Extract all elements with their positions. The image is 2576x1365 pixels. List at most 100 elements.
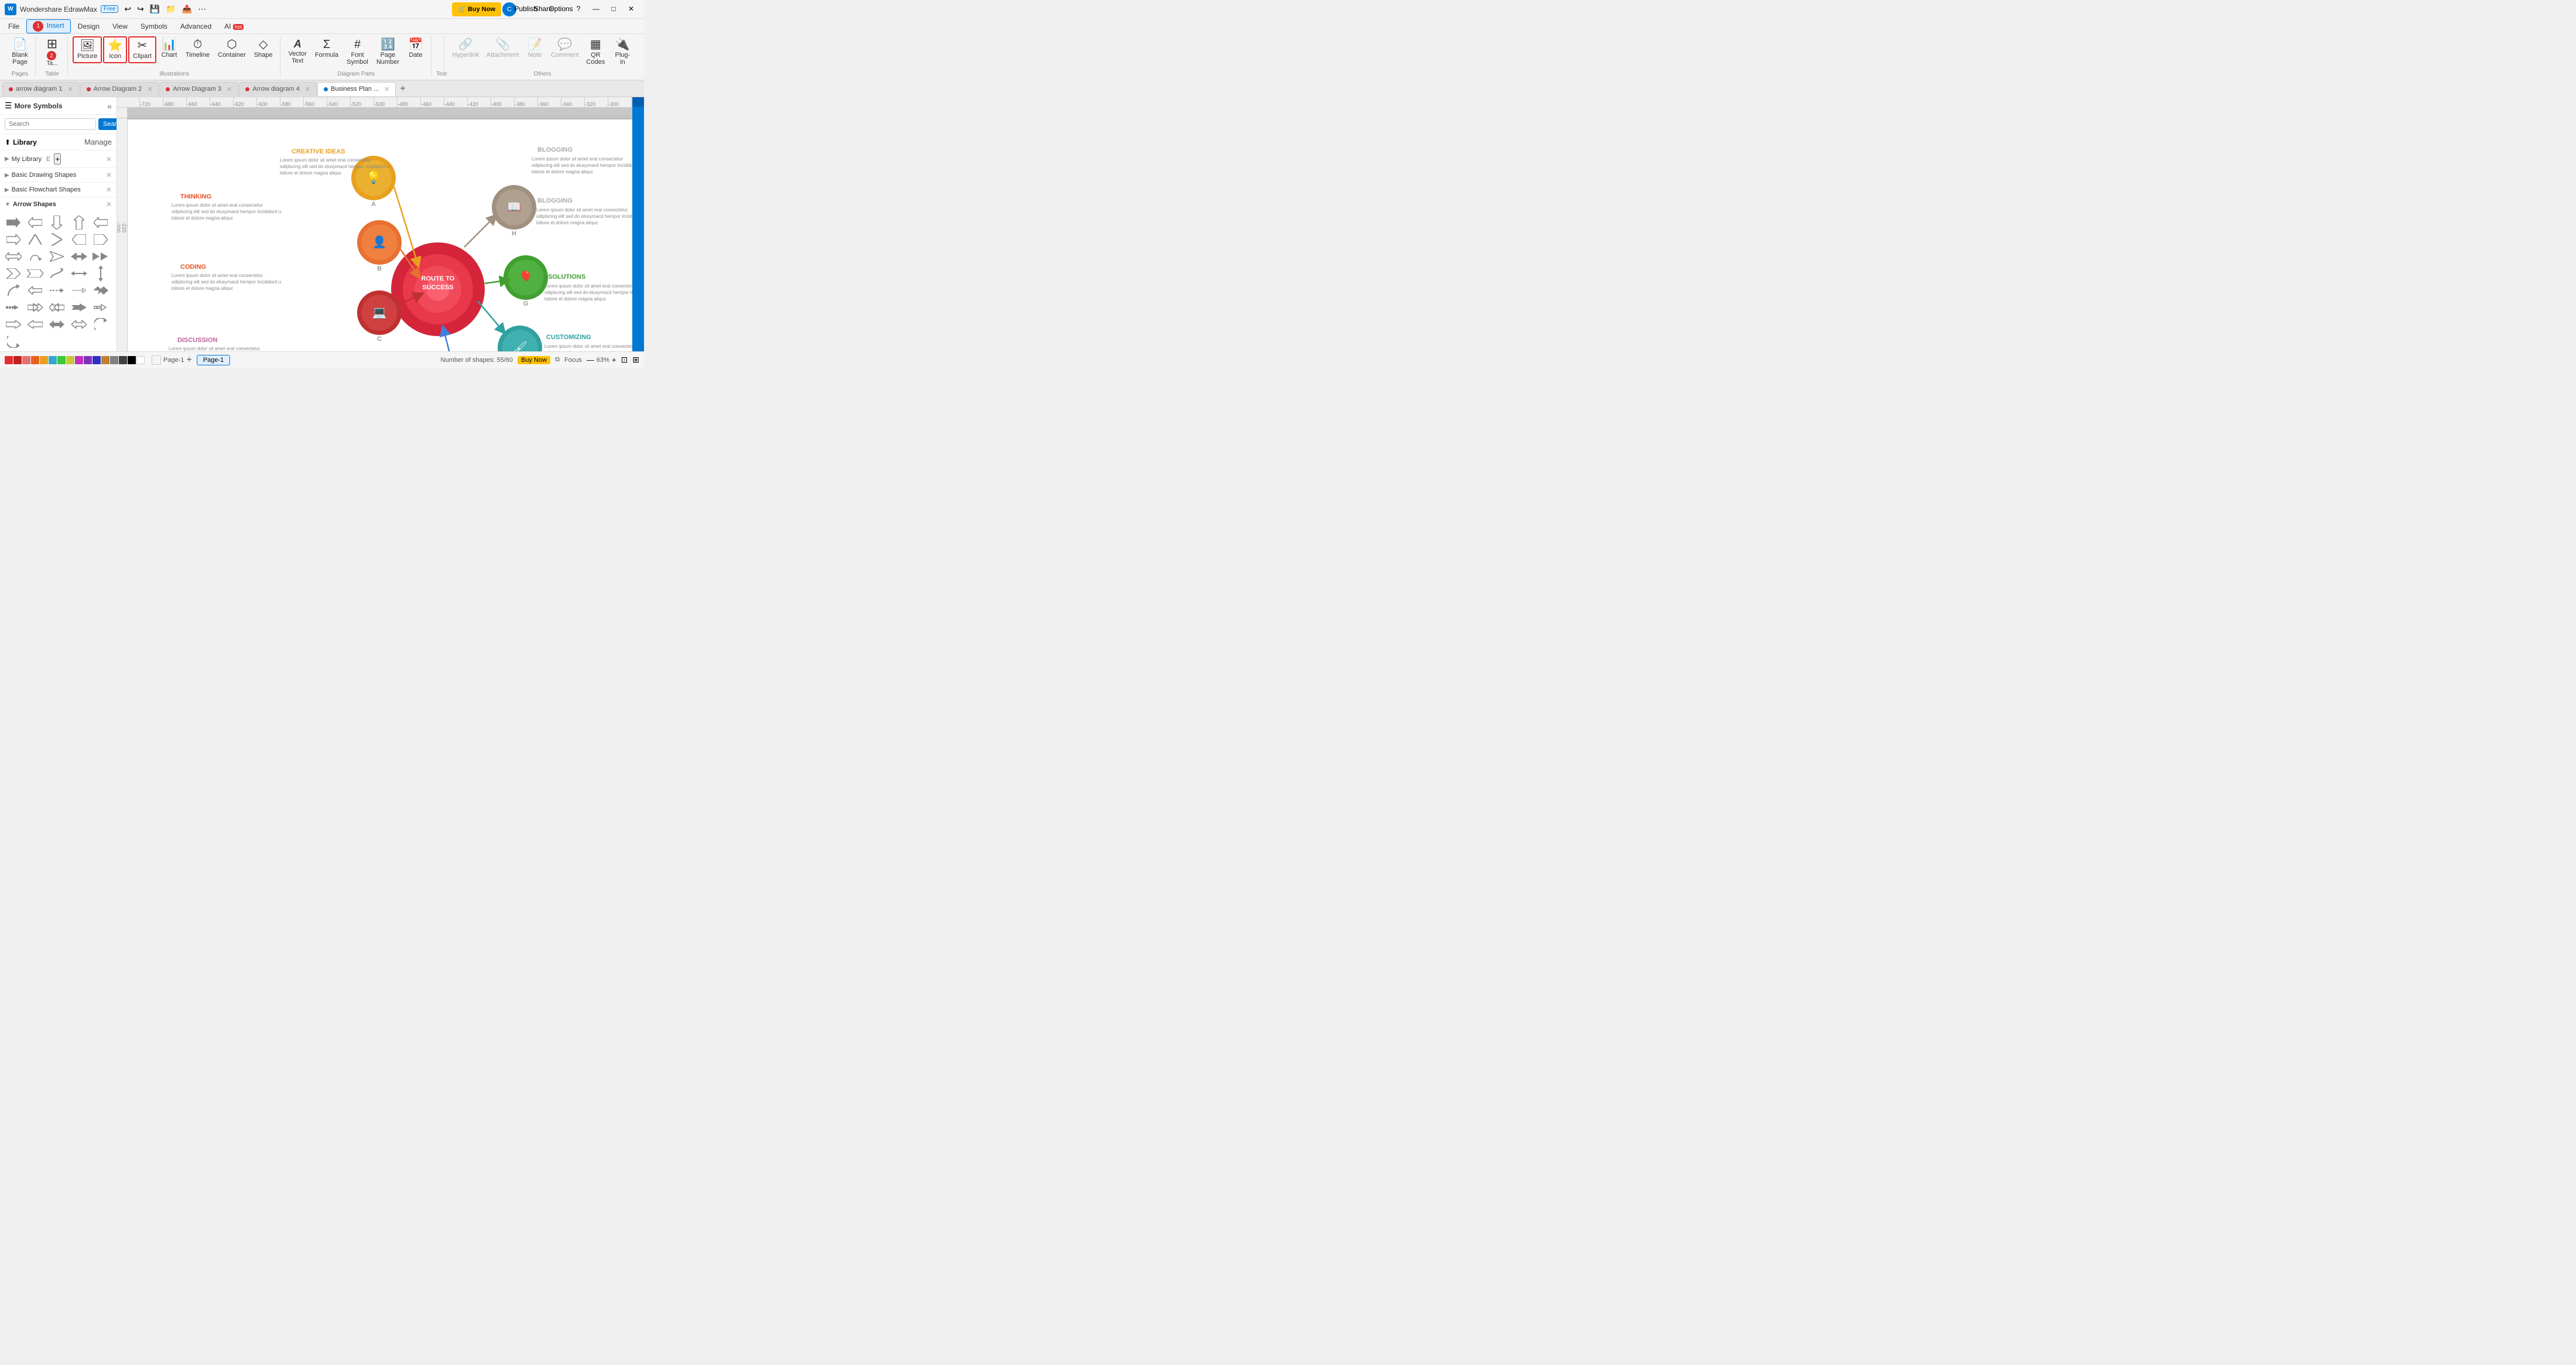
tab-close-4[interactable]: ✕: [305, 85, 310, 93]
redo-button[interactable]: ↪: [135, 3, 146, 15]
shape-arrow-9-4[interactable]: [5, 334, 22, 349]
shape-triangle-left[interactable]: [48, 249, 66, 264]
tab-close-2[interactable]: ✕: [147, 85, 152, 93]
undo-button[interactable]: ↩: [122, 3, 133, 15]
shape-angle-right[interactable]: [5, 266, 22, 281]
shape-fast-forward[interactable]: [92, 249, 109, 264]
shape-double-arrow[interactable]: [5, 249, 22, 264]
chart-button[interactable]: 📊 Chart: [157, 36, 181, 61]
canvas-area[interactable]: -720 -680 -660 -640 -620 -600 -580 -560 …: [117, 97, 632, 351]
color-swatch-brown[interactable]: [101, 356, 109, 364]
shape-right-pentagon[interactable]: [92, 232, 109, 247]
buy-now-button[interactable]: 🛒 Buy Now: [452, 2, 501, 16]
font-symbol-button[interactable]: # FontSymbol: [343, 36, 372, 68]
menu-ai[interactable]: AI hot: [218, 21, 249, 32]
color-swatch-green[interactable]: [57, 356, 66, 364]
shape-button[interactable]: ◇ Shape: [251, 36, 276, 61]
icon-button[interactable]: ⭐ Icon: [103, 36, 127, 63]
tab-arrow-diagram-3[interactable]: Arrow Diagram 3 ✕: [159, 82, 238, 96]
shape-notch-left[interactable]: [26, 266, 44, 281]
close-button[interactable]: ✕: [623, 2, 639, 15]
add-tab-button[interactable]: +: [396, 84, 409, 94]
tab-arrow-diagram-1[interactable]: arrow diagram 1 ✕: [2, 82, 80, 96]
shape-arrow-9-2[interactable]: [70, 317, 88, 332]
lib-group-header-basic-flowchart[interactable]: ▶ Basic Flowchart Shapes ✕: [0, 183, 117, 197]
shape-curved-arrow[interactable]: [26, 249, 44, 264]
container-button[interactable]: ⬡ Container: [214, 36, 249, 61]
my-library-close-button[interactable]: ✕: [106, 155, 112, 163]
shape-s-curve[interactable]: [48, 266, 66, 281]
publish-button[interactable]: Publish: [518, 2, 534, 15]
page-number-button[interactable]: 🔢 PageNumber: [373, 36, 403, 68]
date-button[interactable]: 📅 Date: [404, 36, 427, 61]
basic-flowchart-close-button[interactable]: ✕: [106, 186, 112, 194]
buy-now-status-button[interactable]: Buy Now: [518, 356, 550, 364]
color-swatch-gray[interactable]: [110, 356, 118, 364]
clipart-button[interactable]: ✂ Clipart: [128, 36, 156, 63]
options-button[interactable]: Options: [553, 2, 569, 15]
search-input[interactable]: [5, 118, 96, 130]
shape-up-arrow[interactable]: [70, 215, 88, 230]
shape-curved-up-arrow[interactable]: [5, 283, 22, 298]
menu-advanced[interactable]: Advanced: [174, 21, 217, 32]
blank-page-button[interactable]: 📄 BlankPage: [8, 36, 32, 68]
color-swatch-cyan[interactable]: [49, 356, 57, 364]
color-swatch-yellow[interactable]: [66, 356, 74, 364]
shape-right-arrow[interactable]: [5, 215, 22, 230]
zoom-out-button[interactable]: —: [587, 355, 594, 364]
shape-square-dots-arrow[interactable]: [5, 300, 22, 315]
shape-left-right-arrow[interactable]: [70, 266, 88, 281]
tab-business-plan[interactable]: Business Plan ... ✕: [317, 82, 396, 96]
maximize-button[interactable]: □: [605, 2, 622, 15]
color-swatch-dark-gray[interactable]: [119, 356, 127, 364]
timeline-button[interactable]: ⏱ Timeline: [182, 36, 213, 61]
color-swatch-gold[interactable]: [40, 356, 48, 364]
my-library-add-button[interactable]: +: [54, 153, 61, 165]
shape-angle-arrow[interactable]: [92, 283, 109, 298]
shape-arrow-8-4[interactable]: [26, 317, 44, 332]
menu-file[interactable]: File: [2, 21, 25, 32]
plugin-button[interactable]: 🔌 Plug-in: [609, 36, 636, 68]
tab-close-1[interactable]: ✕: [67, 85, 73, 93]
search-button[interactable]: Search: [98, 118, 117, 130]
shape-arrow-9-1[interactable]: [48, 317, 66, 332]
shape-arrow-8-3[interactable]: [5, 317, 22, 332]
table-button[interactable]: ⊞ 2 Ta...: [40, 36, 64, 68]
tab-close-5[interactable]: ✕: [384, 85, 389, 93]
canvas-content[interactable]: ROUTE TO SUCCESS 💡 A 👤 B: [128, 108, 632, 351]
save-button[interactable]: 💾: [148, 3, 162, 15]
help-button[interactable]: ?: [570, 2, 587, 15]
export-button[interactable]: 📤: [180, 3, 194, 15]
more-button[interactable]: ⋯: [196, 3, 208, 15]
shape-arrow-8-1[interactable]: [70, 300, 88, 315]
shape-double-left-arrow[interactable]: [48, 300, 66, 315]
color-swatch-purple[interactable]: [75, 356, 83, 364]
shape-arrow-9-3[interactable]: [92, 317, 109, 332]
color-swatch-red[interactable]: [5, 356, 13, 364]
basic-drawing-close-button[interactable]: ✕: [106, 171, 112, 179]
lib-group-header-my-library[interactable]: ▶ My Library E + ✕: [0, 150, 117, 167]
menu-design[interactable]: Design: [72, 21, 105, 32]
color-swatch-violet[interactable]: [84, 356, 92, 364]
shape-left-arrow-3[interactable]: [26, 283, 44, 298]
active-page-tab[interactable]: Page-1: [197, 355, 230, 365]
shape-right-arrow-3[interactable]: [48, 283, 66, 298]
menu-insert[interactable]: 1 Insert: [26, 19, 70, 33]
expand-button[interactable]: ⊞: [632, 355, 639, 365]
open-button[interactable]: 📁: [163, 3, 178, 15]
lib-group-header-arrow-shapes[interactable]: ▼ Arrow Shapes ✕: [0, 197, 117, 211]
right-sidebar-tab[interactable]: [632, 97, 644, 107]
color-swatch-light-red[interactable]: [22, 356, 30, 364]
color-swatch-blue[interactable]: [93, 356, 101, 364]
tab-arrow-diagram-4[interactable]: Arrow diagram 4 ✕: [239, 82, 317, 96]
tab-close-3[interactable]: ✕: [227, 85, 232, 93]
color-swatch-orange[interactable]: [31, 356, 39, 364]
library-manage-button[interactable]: Manage: [84, 138, 112, 146]
arrow-shapes-close-button[interactable]: ✕: [106, 200, 112, 208]
shape-thin-right-arrow[interactable]: [70, 283, 88, 298]
panel-collapse-button[interactable]: «: [107, 101, 112, 111]
zoom-in-button[interactable]: +: [612, 355, 616, 364]
shape-arrow-8-2[interactable]: [92, 300, 109, 315]
formula-button[interactable]: Σ Formula: [311, 36, 342, 61]
shape-double-triangle[interactable]: [70, 249, 88, 264]
